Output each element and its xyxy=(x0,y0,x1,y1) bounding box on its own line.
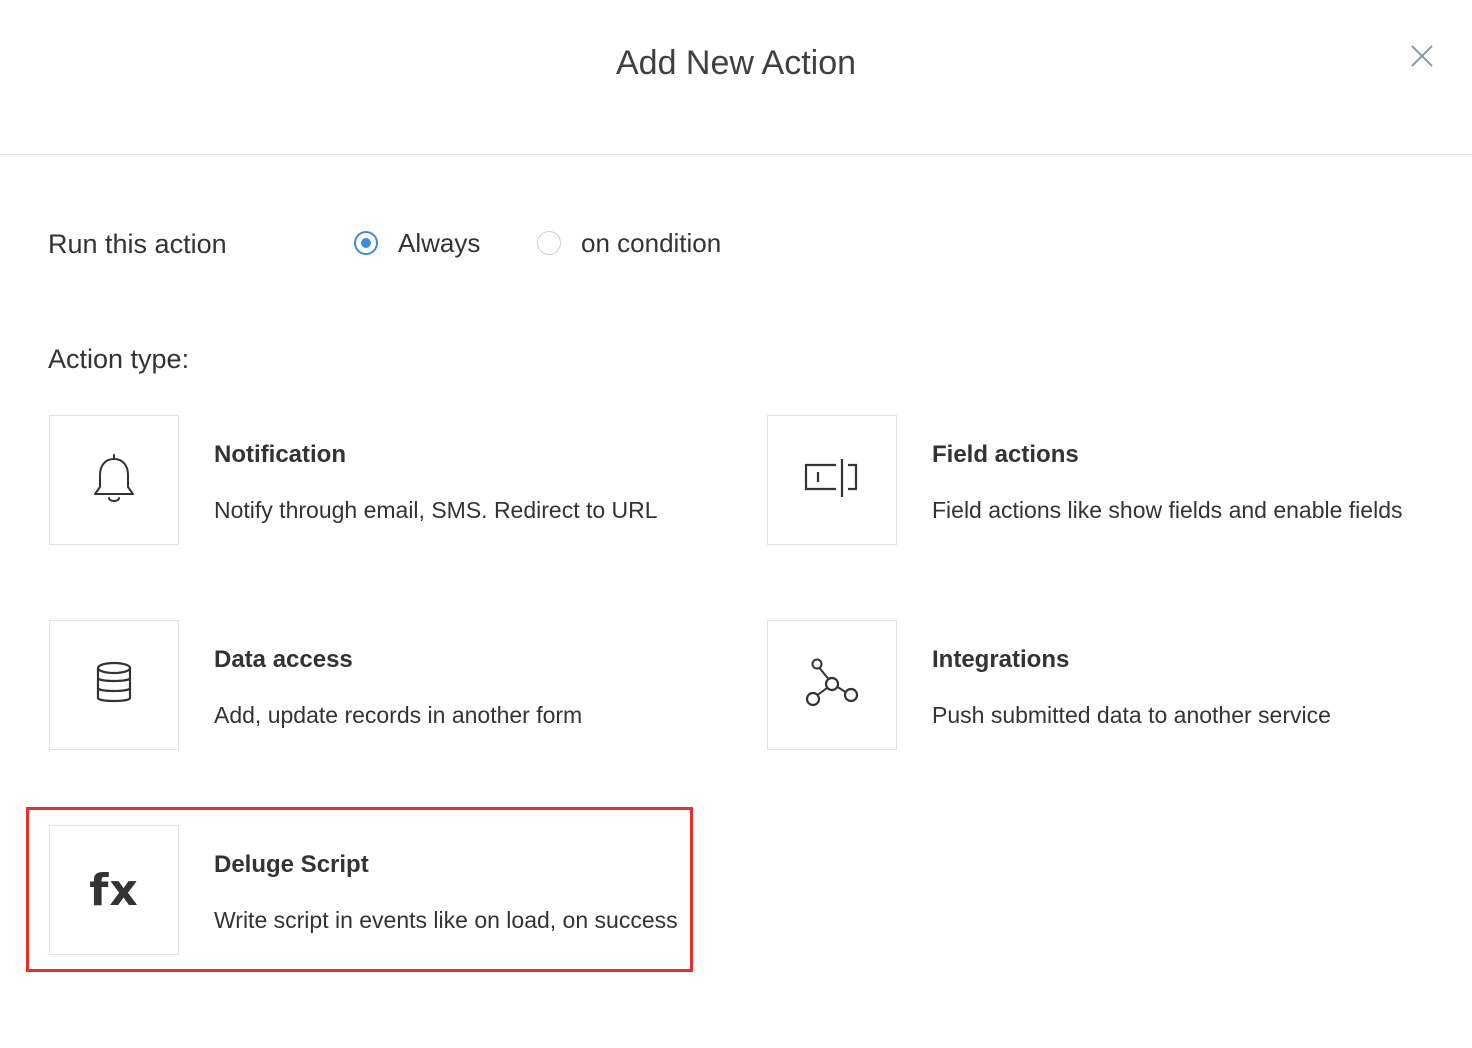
action-icon-box: fx xyxy=(49,825,179,955)
action-icon-box xyxy=(767,620,897,750)
action-icon-box xyxy=(767,415,897,545)
integrations-icon xyxy=(805,658,859,713)
close-icon[interactable] xyxy=(1408,42,1436,70)
action-card-title: Integrations xyxy=(932,646,1070,673)
action-card-description: Push submitted data to another service xyxy=(932,702,1331,728)
dialog-title: Add New Action xyxy=(615,44,857,82)
database-icon xyxy=(94,660,134,711)
action-card-field-actions[interactable]: Field actions Field actions like show fi… xyxy=(767,415,1437,545)
field-actions-icon xyxy=(802,456,862,505)
action-card-description: Write script in events like on load, on … xyxy=(214,907,678,933)
action-card-notification[interactable]: Notification Notify through email, SMS. … xyxy=(49,415,689,545)
dialog-header: Add New Action xyxy=(0,0,1472,155)
action-card-integrations[interactable]: Integrations Push submitted data to anot… xyxy=(767,620,1437,750)
radio-on-condition[interactable]: on condition xyxy=(537,226,721,260)
action-card-description: Notify through email, SMS. Redirect to U… xyxy=(214,497,658,523)
action-type-label: Action type: xyxy=(48,344,190,374)
run-action-label: Run this action xyxy=(48,229,227,259)
action-card-description: Add, update records in another form xyxy=(214,702,583,728)
action-card-deluge-script[interactable]: fx Deluge Script Write script in events … xyxy=(49,825,689,955)
action-icon-box xyxy=(49,620,179,750)
fx-icon: fx xyxy=(89,864,139,916)
radio-circle-checked[interactable] xyxy=(354,231,378,255)
action-icon-box xyxy=(49,415,179,545)
action-card-title: Data access xyxy=(214,646,353,673)
action-card-title: Notification xyxy=(214,441,346,468)
action-card-title: Deluge Script xyxy=(214,851,369,878)
add-action-dialog: Add New Action Run this action Always on… xyxy=(0,0,1472,1048)
action-card-data-access[interactable]: Data access Add, update records in anoth… xyxy=(49,620,689,750)
action-card-description: Field actions like show fields and enabl… xyxy=(932,497,1403,523)
bell-icon xyxy=(92,451,136,510)
radio-circle[interactable] xyxy=(537,231,561,255)
radio-always[interactable]: Always xyxy=(354,226,480,260)
radio-always-label: Always xyxy=(398,227,481,258)
action-card-title: Field actions xyxy=(932,441,1079,468)
radio-on-condition-label: on condition xyxy=(581,227,722,258)
